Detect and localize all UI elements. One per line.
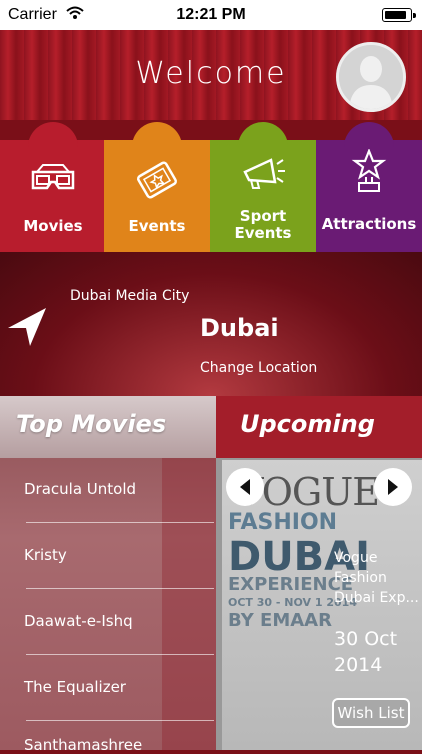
star-trophy-icon bbox=[316, 146, 422, 198]
movie-item[interactable]: Kristy bbox=[24, 546, 67, 564]
upcoming-header: Upcoming bbox=[216, 396, 422, 458]
category-label: Events bbox=[128, 217, 186, 235]
ticket-icon bbox=[104, 154, 210, 206]
upcoming-title: Upcoming bbox=[240, 410, 375, 438]
upcoming-panel: Upcoming VOGUE FASHION DUBAI EXPERIENCE … bbox=[216, 396, 422, 750]
category-events[interactable]: Events bbox=[104, 122, 210, 252]
3d-glasses-icon bbox=[0, 154, 106, 206]
location-panel: Dubai Media City Dubai Change Location bbox=[0, 252, 422, 396]
divider bbox=[26, 654, 214, 655]
category-tabs: Movies Events Sport Events Attractions bbox=[0, 120, 422, 252]
movie-item[interactable]: The Equalizer bbox=[24, 678, 126, 696]
movie-item[interactable]: Dracula Untold bbox=[24, 480, 136, 498]
category-label: Movies bbox=[23, 217, 83, 235]
event-date: 30 Oct 2014 bbox=[334, 628, 398, 676]
divider bbox=[26, 588, 214, 589]
category-attractions[interactable]: Attractions bbox=[316, 122, 422, 252]
header: Welcome bbox=[0, 30, 422, 120]
poster-text: FASHION bbox=[228, 510, 338, 535]
category-label: Attractions bbox=[321, 215, 417, 233]
status-bar: Carrier 12:21 PM bbox=[0, 0, 422, 30]
status-time: 12:21 PM bbox=[176, 6, 246, 23]
divider bbox=[26, 522, 214, 523]
movie-item[interactable]: Santhamashree bbox=[24, 736, 142, 754]
category-sport-events[interactable]: Sport Events bbox=[210, 122, 316, 252]
chevron-left-icon bbox=[240, 479, 250, 495]
category-movies[interactable]: Movies bbox=[0, 122, 106, 252]
megaphone-icon bbox=[210, 146, 316, 198]
location-city: Dubai bbox=[200, 314, 279, 342]
top-movies-panel: Top Movies Dracula Untold Kristy Daawat-… bbox=[0, 396, 216, 754]
prev-arrow-button[interactable] bbox=[226, 468, 264, 506]
divider bbox=[26, 720, 214, 721]
user-silhouette-icon bbox=[339, 45, 403, 109]
panel-strip bbox=[162, 458, 216, 750]
tab-knob bbox=[28, 122, 78, 156]
top-movies-title: Top Movies bbox=[16, 410, 167, 438]
top-movies-header: Top Movies bbox=[0, 396, 216, 458]
avatar[interactable] bbox=[336, 42, 406, 112]
change-location-link[interactable]: Change Location bbox=[200, 360, 317, 376]
event-title: Vogue Fashion Dubai Exp... bbox=[334, 550, 419, 606]
tab-knob bbox=[132, 122, 182, 156]
chevron-right-icon bbox=[388, 479, 398, 495]
next-arrow-button[interactable] bbox=[374, 468, 412, 506]
location-arrow-icon[interactable] bbox=[6, 304, 50, 352]
movie-item[interactable]: Daawat-e-Ishq bbox=[24, 612, 133, 630]
category-label: Sport Events bbox=[234, 207, 292, 242]
wish-list-button[interactable]: Wish List bbox=[332, 698, 410, 728]
location-area: Dubai Media City bbox=[70, 288, 190, 304]
battery-icon bbox=[382, 8, 416, 22]
